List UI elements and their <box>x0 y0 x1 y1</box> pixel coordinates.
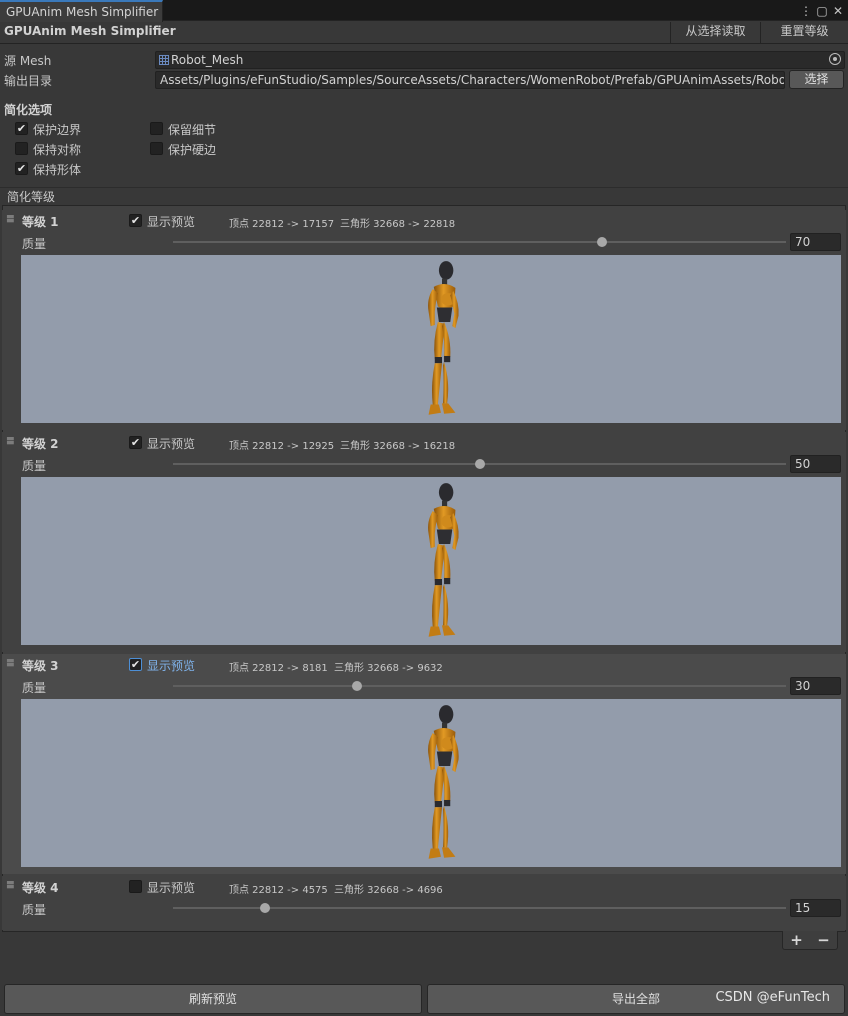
vertex-count: 顶点 22812 -> 8181 <box>229 663 328 674</box>
show-preview-label: 显示预览 <box>147 659 196 673</box>
keep-shape-label: 保持形体 <box>33 163 82 177</box>
vertex-count: 顶点 22812 -> 12925 <box>229 441 335 452</box>
level-title: 等级 3 <box>22 659 59 673</box>
drag-handle-icon[interactable]: ▬ ▬ <box>6 213 15 226</box>
read-selection-button[interactable]: 从选择读取 <box>670 22 760 43</box>
object-picker-icon[interactable] <box>829 53 841 65</box>
remove-level-button[interactable]: − <box>817 931 830 949</box>
window-title: GPUAnim Mesh Simplifier <box>4 24 176 38</box>
mesh-preview-viewport[interactable] <box>21 255 841 423</box>
watermark: CSDN @eFunTech <box>715 990 830 1005</box>
quality-slider-thumb[interactable] <box>259 903 270 913</box>
vertex-count: 顶点 22812 -> 4575 <box>229 885 328 896</box>
window-controls: ⋮ ▢ ✕ <box>800 2 844 19</box>
show-preview-checkbox[interactable]: ✔ <box>129 436 142 449</box>
check-icon: ✔ <box>16 162 27 175</box>
drag-handle-icon[interactable]: ▬ ▬ <box>6 657 15 670</box>
options-title: 简化选项 <box>4 103 53 117</box>
drag-handle-icon[interactable]: ▬ ▬ <box>6 879 15 892</box>
level-title: 等级 2 <box>22 437 59 451</box>
source-mesh-value: Robot_Mesh <box>171 53 244 67</box>
quality-slider-track[interactable] <box>173 241 786 243</box>
show-preview-label: 显示预览 <box>147 881 196 895</box>
quality-input[interactable]: 70 <box>790 233 841 251</box>
header-divider <box>0 43 848 44</box>
close-icon[interactable]: ✕ <box>832 3 844 19</box>
quality-slider-thumb[interactable] <box>474 459 485 469</box>
output-dir-label: 输出目录 <box>4 74 53 88</box>
preserve-detail-label: 保留细节 <box>168 123 217 137</box>
mesh-preview-viewport[interactable] <box>21 699 841 867</box>
show-preview-label: 显示预览 <box>147 437 196 451</box>
drag-handle-icon[interactable]: ▬ ▬ <box>6 435 15 448</box>
source-mesh-field[interactable]: Robot_Mesh <box>155 51 845 69</box>
vertex-count: 顶点 22812 -> 17157 <box>229 219 335 230</box>
protect-hard-edges-label: 保护硬边 <box>168 143 217 157</box>
keep-shape-checkbox[interactable]: ✔ <box>15 162 28 175</box>
quality-slider-track[interactable] <box>173 685 786 687</box>
check-icon: ✔ <box>130 658 141 671</box>
preserve-detail-checkbox[interactable] <box>150 122 163 135</box>
window-tab[interactable]: GPUAnim Mesh Simplifier <box>0 0 163 22</box>
choose-dir-button[interactable]: 选择 <box>789 70 844 89</box>
refresh-preview-button[interactable]: 刷新预览 <box>4 984 422 1014</box>
quality-label: 质量 <box>22 681 47 695</box>
level-title: 等级 4 <box>22 881 59 895</box>
quality-input[interactable]: 50 <box>790 455 841 473</box>
quality-label: 质量 <box>22 903 47 917</box>
triangle-count: 三角形 32668 -> 4696 <box>334 885 443 896</box>
protect-hard-edges-checkbox[interactable] <box>150 142 163 155</box>
levels-section-header: 简化等级 <box>0 187 848 205</box>
quality-input[interactable]: 30 <box>790 677 841 695</box>
show-preview-checkbox[interactable]: ✔ <box>129 658 142 671</box>
keep-symmetry-label: 保持对称 <box>33 143 82 157</box>
robot-mesh-preview <box>406 258 478 423</box>
level-title: 等级 1 <box>22 215 59 229</box>
triangle-count: 三角形 32668 -> 9632 <box>334 663 443 674</box>
protect-border-label: 保护边界 <box>33 123 82 137</box>
mesh-preview-viewport[interactable] <box>21 477 841 645</box>
show-preview-checkbox[interactable]: ✔ <box>129 214 142 227</box>
triangle-count: 三角形 32668 -> 16218 <box>340 441 456 452</box>
keep-symmetry-checkbox[interactable] <box>15 142 28 155</box>
show-preview-checkbox[interactable] <box>129 880 142 893</box>
triangle-count: 三角形 32668 -> 22818 <box>340 219 456 230</box>
reset-levels-button[interactable]: 重置等级 <box>760 22 848 43</box>
quality-label: 质量 <box>22 459 47 473</box>
list-add-remove-controls: + − <box>782 931 838 950</box>
quality-slider-thumb[interactable] <box>351 681 362 691</box>
maximize-icon[interactable]: ▢ <box>816 3 828 19</box>
quality-input[interactable]: 15 <box>790 899 841 917</box>
output-dir-field[interactable]: Assets/Plugins/eFunStudio/Samples/Source… <box>155 71 785 89</box>
check-icon: ✔ <box>130 214 141 227</box>
protect-border-checkbox[interactable]: ✔ <box>15 122 28 135</box>
check-icon: ✔ <box>16 122 27 135</box>
check-icon: ✔ <box>130 436 141 449</box>
add-level-button[interactable]: + <box>790 931 803 949</box>
quality-label: 质量 <box>22 237 47 251</box>
source-mesh-label: 源 Mesh <box>4 54 52 68</box>
show-preview-label: 显示预览 <box>147 215 196 229</box>
robot-mesh-preview <box>406 702 478 867</box>
robot-mesh-preview <box>406 480 478 645</box>
levels-section-title: 简化等级 <box>7 190 56 204</box>
menu-icon[interactable]: ⋮ <box>800 3 812 19</box>
mesh-icon <box>159 55 169 65</box>
